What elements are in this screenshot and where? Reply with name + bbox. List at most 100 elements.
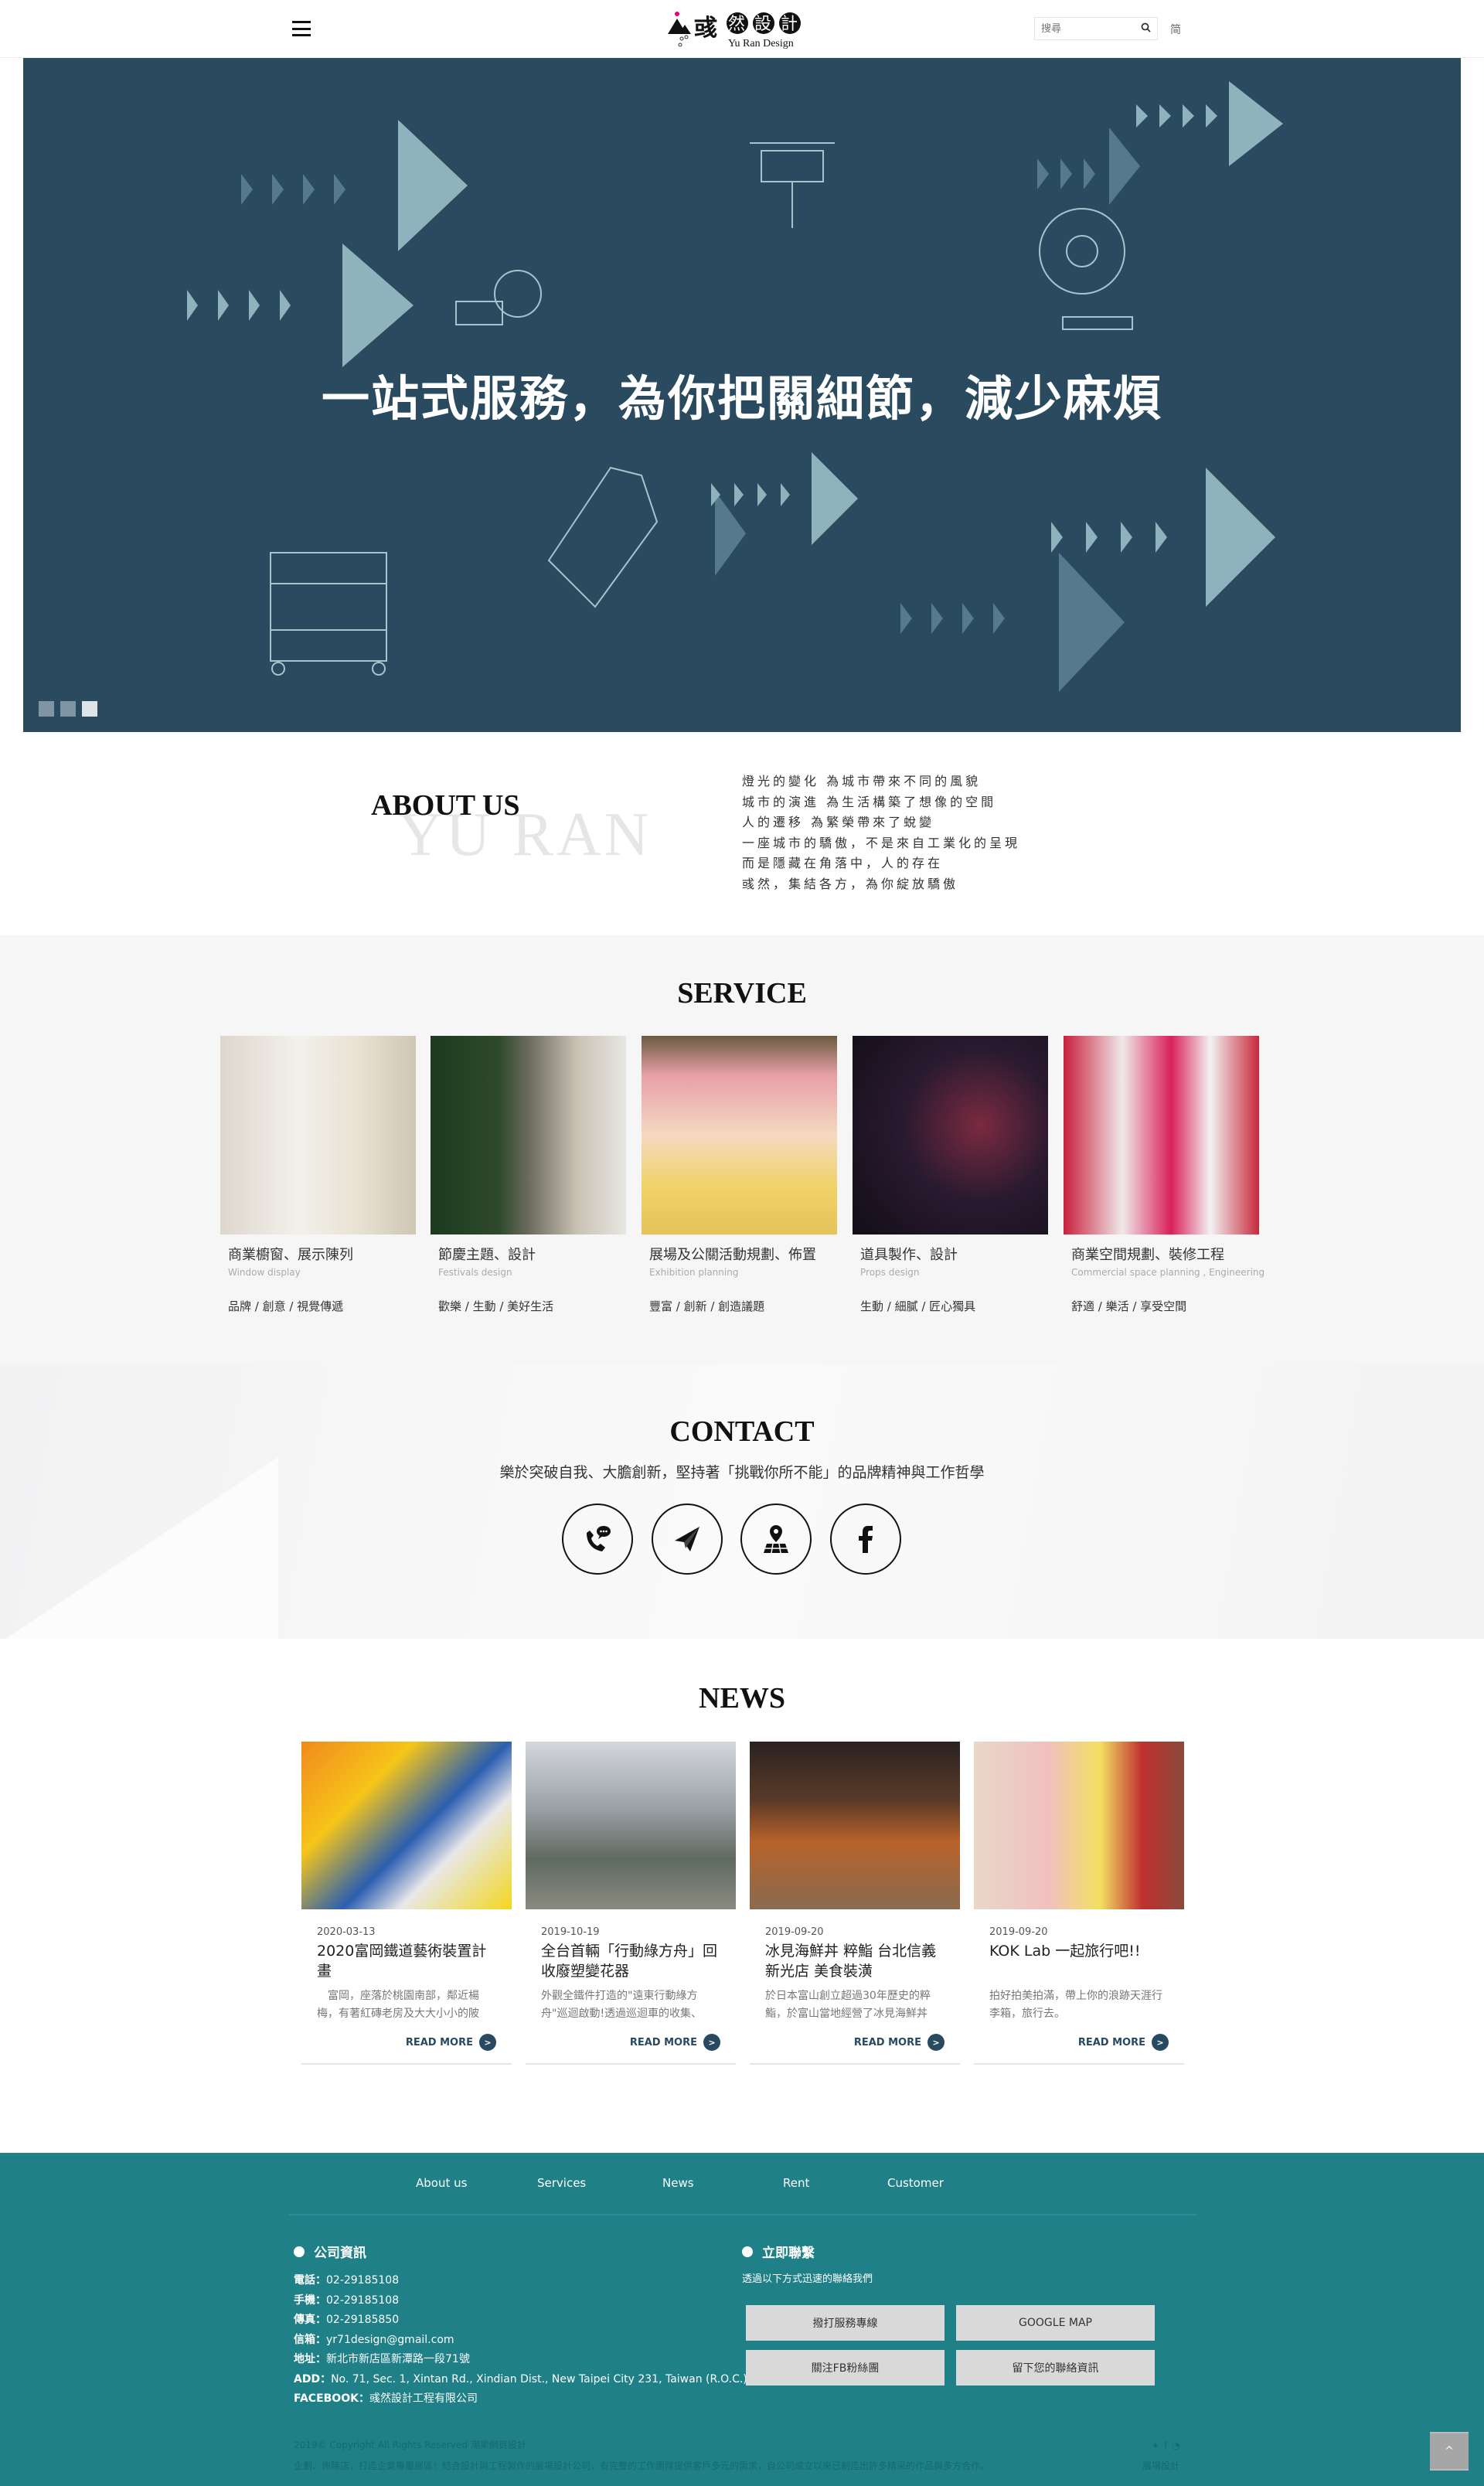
message-button[interactable] [652, 1504, 723, 1575]
service-image[interactable] [853, 1036, 1048, 1234]
service-title-text[interactable]: 節慶主題、設計 [431, 1244, 626, 1264]
service-image[interactable] [220, 1036, 416, 1234]
footer-side-text: 展場設計 [1142, 2460, 1180, 2471]
logo[interactable]: 彧 然 設 計 Yu Ran Design [666, 6, 829, 49]
service-card[interactable]: 商業櫥窗、展示陳列 Window display 品牌 / 創意 / 視覺傳遞 [220, 1036, 416, 1314]
social-links: ✦ f ◔ [1152, 2440, 1180, 2451]
news-image[interactable] [526, 1742, 736, 1909]
rss-icon[interactable]: ◔ [1172, 2440, 1179, 2451]
contact-heading-text: 立即聯繫 [762, 2246, 815, 2261]
company-heading-text: 公司資訊 [314, 2246, 366, 2261]
search-box[interactable] [1034, 17, 1158, 40]
service-image[interactable] [431, 1036, 626, 1234]
news-card[interactable]: 2019-10-19 全台首輛「行動綠方舟」回收廢塑變花器 外觀全鐵件打造的"遠… [526, 1742, 736, 2065]
news-headline[interactable]: KOK Lab 一起旅行吧!! [989, 1941, 1172, 1981]
leave-contact-button[interactable]: 留下您的聯絡資訊 [956, 2350, 1155, 2386]
about-title: ABOUT US [371, 789, 520, 822]
service-title: SERVICE [677, 977, 807, 1010]
contact-title: CONTACT [669, 1415, 815, 1448]
footer-nav-news[interactable]: News [662, 2176, 694, 2190]
info-phone: 電話：02-29185108 [294, 2274, 400, 2287]
copyright: 2019© Copyright All Rights Reserved 潮果網頁… [294, 2440, 526, 2450]
company-heading: 公司資訊 [294, 2242, 366, 2261]
about-text: 燈光的變化 為城市帶來不同的風貌 城市的演進 為生活構築了想像的空間 人的遷移 … [742, 771, 1020, 894]
service-title-text[interactable]: 展場及公關活動規劃、佈置 [642, 1244, 837, 1264]
paper-plane-icon [675, 1527, 699, 1551]
fb-fanpage-button[interactable]: 關注FB粉絲團 [746, 2350, 945, 2386]
service-tags: 品牌 / 創意 / 視覺傳遞 [228, 1299, 344, 1313]
scroll-to-top-button[interactable]: ^ [1430, 2432, 1469, 2471]
info-address-en: ADD：No. 71, Sec. 1, Xintan Rd., Xindian … [294, 2372, 747, 2386]
read-more-label: READ MORE [853, 2036, 921, 2048]
service-card[interactable]: 節慶主題、設計 Festivals design 歡樂 / 生動 / 美好生活 [431, 1036, 626, 1314]
search-input[interactable] [1041, 22, 1141, 35]
service-card[interactable]: 展場及公關活動規劃、佈置 Exhibition planning 豐富 / 創新… [642, 1036, 837, 1314]
news-headline[interactable]: 全台首輛「行動綠方舟」回收廢塑變花器 [541, 1941, 723, 1981]
hero-banner: 一站式服務，為你把關細節，減少麻煩 [23, 58, 1461, 732]
news-date: 2019-09-20 [989, 1926, 1048, 1938]
google-map-button[interactable]: GOOGLE MAP [956, 2305, 1155, 2341]
service-title-text[interactable]: 道具製作、設計 [853, 1244, 1048, 1264]
footer-description: 企劃、佈陳店，打造企業專屬展區！結合設計與工程製作的展場設計公司，有完整的工作團… [294, 2460, 990, 2471]
footer-nav-customer[interactable]: Customer [887, 2176, 944, 2190]
about-line: 燈光的變化 為城市帶來不同的風貌 [742, 774, 982, 788]
bullet-icon [742, 2246, 753, 2257]
decorative-diagonal [0, 1457, 278, 1639]
service-image[interactable] [1064, 1036, 1259, 1234]
news-headline[interactable]: 冰見海鮮丼 粹鮨 台北信義新光店 美食裝潢 [765, 1941, 948, 1981]
service-subtitle: Festivals design [438, 1267, 512, 1278]
phone-chat-icon [587, 1526, 611, 1551]
service-title-text[interactable]: 商業櫥窗、展示陳列 [220, 1244, 416, 1264]
footer-nav-rent[interactable]: Rent [783, 2176, 809, 2190]
news-date: 2019-10-19 [541, 1926, 600, 1938]
read-more-link[interactable]: READ MORE > [630, 2034, 720, 2051]
map-button[interactable] [740, 1504, 812, 1575]
info-address: 地址：新北市新店區新潭路一段71號 [294, 2353, 470, 2365]
menu-icon[interactable] [292, 21, 311, 36]
news-card[interactable]: 2020-03-13 2020富岡鐵道藝術裝置計畫 富岡，座落於桃園南部，鄰近楊… [301, 1742, 512, 2065]
read-more-link[interactable]: READ MORE > [1078, 2034, 1169, 2051]
service-card[interactable]: 商業空間規劃、裝修工程 Commercial space planning , … [1064, 1036, 1264, 1314]
news-excerpt: 外觀全鐵件打造的"遠東行動綠方舟"巡迴啟動!透過巡迴車的收集、 [541, 1990, 703, 2020]
footer-nav-about[interactable]: About us [416, 2176, 467, 2190]
call-hotline-button[interactable]: 撥打服務專線 [746, 2305, 945, 2341]
news-title: NEWS [699, 1682, 785, 1715]
news-card[interactable]: 2019-09-20 KOK Lab 一起旅行吧!! 拍好拍美拍滿，帶上你的浪跡… [974, 1742, 1184, 2065]
news-excerpt: 富岡，座落於桃園南部，鄰近楊梅，有著紅磚老房及大大小小的陂 [317, 1990, 479, 2020]
bullet-icon [294, 2246, 305, 2257]
slider-dots [39, 701, 97, 717]
news-image[interactable] [750, 1742, 960, 1909]
chevron-up-icon: ^ [1445, 2445, 1454, 2457]
news-headline[interactable]: 2020富岡鐵道藝術裝置計畫 [317, 1941, 499, 1981]
twitter-icon[interactable]: ✦ [1152, 2440, 1159, 2451]
service-tags: 歡樂 / 生動 / 美好生活 [438, 1299, 554, 1313]
service-image[interactable] [642, 1036, 837, 1234]
read-more-link[interactable]: READ MORE > [854, 2034, 945, 2051]
news-image[interactable] [974, 1742, 1184, 1909]
facebook-button[interactable] [830, 1504, 901, 1575]
about-line: 人的遷移 為繁榮帶來了蛻變 [742, 815, 935, 829]
about-line: 彧然，集結各方，為你綻放驕傲 [742, 876, 959, 891]
phone-button[interactable] [562, 1504, 633, 1575]
language-toggle[interactable]: 简 [1170, 22, 1181, 37]
news-image[interactable] [301, 1742, 512, 1909]
info-facebook[interactable]: FACEBOOK：彧然設計工程有限公司 [294, 2389, 747, 2409]
news-date: 2019-09-20 [765, 1926, 824, 1938]
service-title-text[interactable]: 商業空間規劃、裝修工程 [1064, 1244, 1259, 1264]
slide-dot-2[interactable] [60, 701, 76, 717]
read-more-link[interactable]: READ MORE > [406, 2034, 496, 2051]
facebook-icon [859, 1526, 873, 1553]
facebook-icon[interactable]: f [1164, 2440, 1167, 2451]
slide-dot-1[interactable] [39, 701, 54, 717]
service-tags: 生動 / 細膩 / 匠心獨具 [860, 1299, 976, 1313]
news-card[interactable]: 2019-09-20 冰見海鮮丼 粹鮨 台北信義新光店 美食裝潢 於日本富山創立… [750, 1742, 960, 2065]
arrow-right-icon: > [479, 2034, 496, 2051]
footer-nav-services[interactable]: Services [537, 2176, 586, 2190]
search-icon[interactable] [1141, 22, 1151, 36]
read-more-label: READ MORE [1077, 2036, 1145, 2048]
service-tags: 豐富 / 創新 / 創造議題 [649, 1299, 765, 1313]
info-email[interactable]: 信箱：yr71design@gmail.com [294, 2331, 747, 2351]
slide-dot-3[interactable] [82, 701, 97, 717]
service-card[interactable]: 道具製作、設計 Props design 生動 / 細膩 / 匠心獨具 [853, 1036, 1048, 1314]
news-date: 2020-03-13 [317, 1926, 376, 1938]
